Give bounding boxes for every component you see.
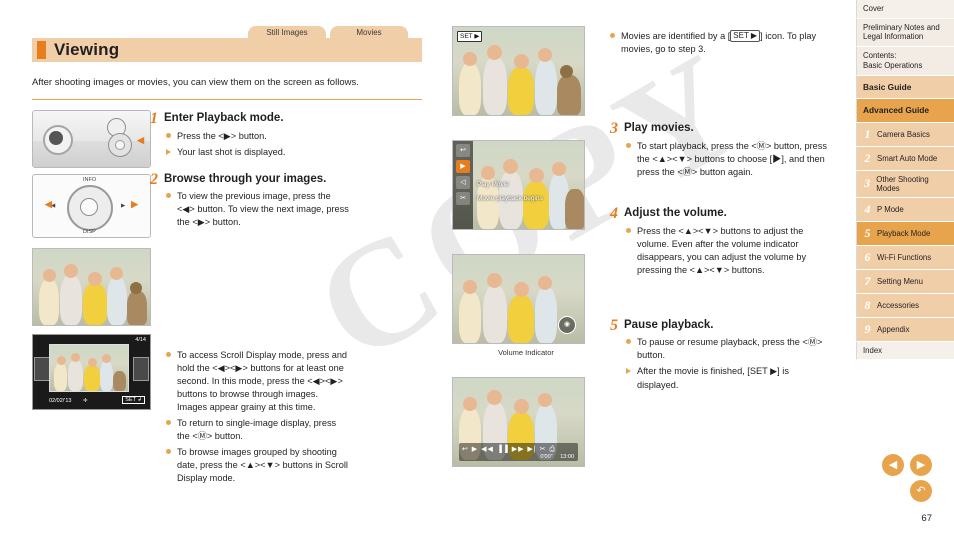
step-3-heading: 3 Play movies. [610, 120, 694, 138]
playback-control-bar[interactable]: ↩ ▶ ◀◀ ▐▐ ▶▶ ▶| ✂ ⎙ 0'00" 13:00 [459, 443, 578, 461]
title-divider [32, 98, 422, 100]
camera-rear-illustration: ◀ [32, 110, 151, 168]
playback-time: 0'00" 13:00 [540, 454, 574, 460]
sidebar-item-preliminary-notes[interactable]: Preliminary Notes and Legal Information [856, 18, 954, 48]
photo-single-image [32, 248, 151, 326]
bullet-item: Movies are identified by a [SET ▶] icon.… [610, 30, 828, 56]
sidebar-chapter-setting-menu[interactable]: 7 Setting Menu [856, 269, 954, 294]
menu-icon-edit[interactable]: ✂ [456, 192, 470, 205]
bullet-dot-icon [626, 142, 631, 148]
sidebar-chapter-p-mode[interactable]: 4 P Mode [856, 197, 954, 222]
back-button[interactable]: ↶ [910, 480, 932, 502]
control-pad-illustration: INFO ◀ ▶ DISP ◀ ▶ [32, 174, 151, 238]
prev-page-button[interactable]: ◀ [882, 454, 904, 476]
bullet-item: Press the <▶> button. [166, 130, 350, 143]
movie-menu-strip: ↩ ▶ ◁ ✂ [453, 141, 473, 229]
bullet-item: To pause or resume playback, press the <… [626, 336, 828, 362]
page-title: Viewing [54, 40, 120, 59]
bullet-item: To start playback, press the <Ⓜ> button,… [626, 140, 828, 179]
bullet-item: To access Scroll Display mode, press and… [166, 349, 350, 414]
volume-indicator-caption: Volume Indicator [498, 348, 554, 357]
intro-text: After shooting images or movies, you can… [32, 77, 359, 88]
screen-movie-playback: ↩ ▶ ◀◀ ▐▐ ▶▶ ▶| ✂ ⎙ 0'00" 13:00 [452, 377, 585, 467]
page-header: Viewing After shooting images or movies,… [32, 38, 422, 100]
sidebar-chapter-playback-mode[interactable]: 5 Playback Mode [856, 221, 954, 246]
step-1-bullets: Press the <▶> button. Your last shot is … [166, 130, 350, 159]
step-4-heading: 4 Adjust the volume. [610, 204, 727, 222]
sidebar-chapter-smart-auto-mode[interactable]: 2 Smart Auto Mode [856, 146, 954, 171]
sidebar-chapter-wifi-functions[interactable]: 6 Wi-Fi Functions [856, 245, 954, 270]
bullet-item: To return to single-image display, press… [166, 417, 350, 443]
next-page-button[interactable]: ▶ [910, 454, 932, 476]
step-4-bullets: Press the <▲><▼> buttons to adjust the v… [626, 225, 828, 277]
bullet-item: Press the <▲><▼> buttons to adjust the v… [626, 225, 828, 277]
func-set-button-icon [80, 198, 98, 216]
bullet-dot-icon [166, 351, 171, 357]
screen-movie-control-panel: ↩ ▶ ◁ ✂ Play Movie Movie playback begins [452, 140, 585, 230]
bullet-item: After the movie is finished, [SET ▶] is … [626, 365, 828, 391]
sidebar-item-contents[interactable]: Contents: Basic Operations [856, 47, 954, 76]
bullet-dot-icon [166, 193, 171, 199]
step-2-bullets: To view the previous image, press the <◀… [166, 190, 350, 229]
bullet-dot-icon [166, 448, 171, 454]
screen-volume-indicator: ◉ [452, 254, 585, 344]
title-bar: Viewing [32, 38, 422, 62]
title-accent-block [37, 41, 46, 59]
movie-menu-label-primary: Play Movie [477, 181, 509, 188]
page-number: 67 [921, 513, 932, 524]
bullet-arrow-icon [166, 148, 171, 155]
sidebar-chapter-other-shooting-modes[interactable]: 3 Other Shooting Modes [856, 170, 954, 198]
bullet-item: Your last shot is displayed. [166, 146, 350, 159]
scroll-display-screen: 4/14 02/02/'13 ✛ SET ↲ [32, 334, 151, 410]
step-3-bullets: To start playback, press the <Ⓜ> button,… [626, 140, 828, 179]
sidebar-chapter-camera-basics[interactable]: 1 Camera Basics [856, 122, 954, 147]
bullet-dot-icon [166, 132, 171, 138]
sidebar-item-index[interactable]: Index [856, 341, 954, 361]
volume-indicator-icon: ◉ [558, 316, 576, 334]
movie-menu-label-secondary: Movie playback begins [477, 195, 543, 202]
bullet-dot-icon [610, 33, 615, 38]
step-5-bullets: To pause or resume playback, press the <… [626, 336, 828, 391]
step-5-heading: 5 Pause playback. [610, 316, 714, 334]
index-set-label: SET ↲ [122, 396, 145, 404]
bullet-dot-icon [626, 227, 631, 233]
index-count: 4/14 [135, 337, 146, 343]
menu-icon-slow[interactable]: ◁ [456, 176, 470, 189]
movie-note: Movies are identified by a [SET ▶] icon.… [610, 30, 828, 56]
sidebar-chapter-accessories[interactable]: 8 Accessories [856, 293, 954, 318]
scroll-display-bullets: To access Scroll Display mode, press and… [166, 349, 350, 486]
set-badge-inline: SET ▶ [730, 30, 761, 42]
set-badge: SET ▶ [457, 31, 483, 42]
sidebar-item-basic-guide[interactable]: Basic Guide [856, 75, 954, 100]
sidebar-item-advanced-guide[interactable]: Advanced Guide [856, 99, 954, 123]
menu-icon-exit[interactable]: ↩ [456, 144, 470, 157]
index-date: 02/02/'13 [49, 398, 72, 404]
callout-arrow: ◀ [137, 135, 144, 145]
sidebar-item-cover[interactable]: Cover [856, 0, 954, 19]
bullet-item: To view the previous image, press the <◀… [166, 190, 350, 229]
screen-movie-identified: SET ▶ [452, 26, 585, 116]
step-1-heading: 1 Enter Playback mode. [150, 110, 284, 127]
bullet-arrow-icon [626, 368, 631, 375]
sidebar-chapter-appendix[interactable]: 9 Appendix [856, 317, 954, 342]
step-2-heading: 2 Browse through your images. [150, 170, 327, 188]
steps-column-left: 1 Enter Playback mode. Press the <▶> but… [150, 110, 350, 497]
menu-icon-play[interactable]: ▶ [456, 160, 470, 173]
bullet-dot-icon [626, 339, 631, 345]
playback-buttons[interactable]: ↩ ▶ ◀◀ ▐▐ ▶▶ ▶| ✂ ⎙ [462, 445, 556, 454]
steps-column-right: Movies are identified by a [SET ▶] icon.… [610, 28, 828, 404]
movie-screens-column: SET ▶ ↩ ▶ ◁ ✂ Play Movie Movie playback … [452, 26, 600, 475]
bullet-item: To browse images grouped by shooting dat… [166, 446, 350, 485]
bullet-dot-icon [166, 419, 171, 425]
camera-control-pad-icon [108, 133, 132, 157]
page-nav: ◀ ▶ [882, 454, 932, 476]
